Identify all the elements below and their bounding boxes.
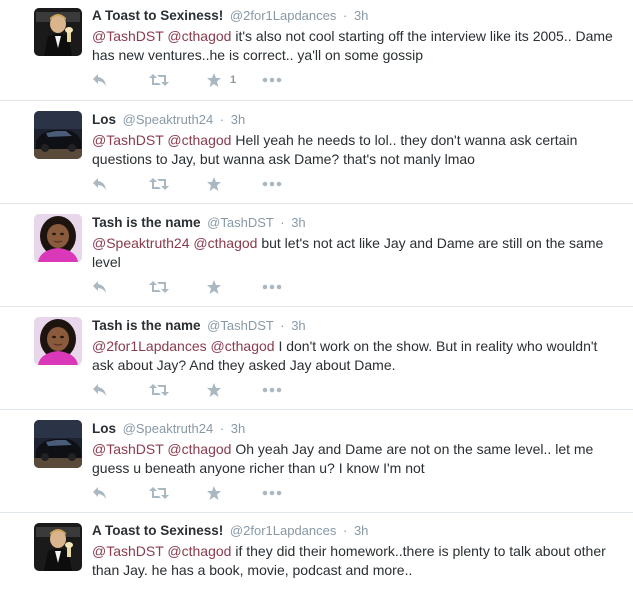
tweet-author-handle[interactable]: @2for1Lapdances bbox=[230, 523, 336, 538]
separator: · bbox=[342, 8, 348, 23]
retweet-icon[interactable] bbox=[149, 484, 169, 502]
tweet-text: @TashDST @cthagod Oh yeah Jay and Dame a… bbox=[92, 440, 621, 478]
separator: · bbox=[280, 318, 285, 333]
mention-link[interactable]: @TashDST bbox=[92, 132, 164, 148]
tweet[interactable]: Los @Speaktruth24 · 3h @TashDST @cthagod… bbox=[0, 410, 633, 513]
tweet-author-name[interactable]: A Toast to Sexiness! bbox=[92, 8, 223, 23]
mention-link[interactable]: @cthagod bbox=[167, 28, 231, 44]
tweet-author-handle[interactable]: @TashDST bbox=[207, 318, 273, 333]
retweet-icon[interactable] bbox=[149, 381, 169, 399]
tweet[interactable]: Tash is the name @TashDST · 3h @Speaktru… bbox=[0, 204, 633, 307]
tweet[interactable]: Tash is the name @TashDST · 3h @2for1Lap… bbox=[0, 307, 633, 410]
tweet-text: @2for1Lapdances @cthagod I don't work on… bbox=[92, 337, 621, 375]
more-icon[interactable] bbox=[262, 278, 282, 296]
tweet-author-handle[interactable]: @TashDST bbox=[207, 215, 273, 230]
tweet-author-name[interactable]: A Toast to Sexiness! bbox=[92, 523, 223, 538]
tweet-author-name[interactable]: Los bbox=[92, 421, 116, 436]
separator: · bbox=[342, 523, 348, 538]
avatar[interactable] bbox=[34, 8, 82, 56]
reply-icon[interactable] bbox=[92, 278, 108, 296]
tweet-author-handle[interactable]: @Speaktruth24 bbox=[123, 421, 214, 436]
avatar[interactable] bbox=[34, 523, 82, 571]
reply-icon[interactable] bbox=[92, 175, 108, 193]
reply-icon[interactable] bbox=[92, 381, 108, 399]
star-icon[interactable] bbox=[206, 278, 230, 296]
star-icon[interactable] bbox=[206, 484, 230, 502]
avatar[interactable] bbox=[34, 214, 82, 262]
tweet-author-handle[interactable]: @Speaktruth24 bbox=[123, 112, 214, 127]
mention-link[interactable]: @cthagod bbox=[167, 441, 231, 457]
avatar[interactable] bbox=[34, 111, 82, 159]
separator: · bbox=[280, 215, 285, 230]
mention-link[interactable]: @cthagod bbox=[167, 132, 231, 148]
tweet-timestamp[interactable]: 3h bbox=[354, 523, 368, 538]
tweet-author-name[interactable]: Los bbox=[92, 112, 116, 127]
tweet-author-handle[interactable]: @2for1Lapdances bbox=[230, 8, 336, 23]
separator: · bbox=[219, 112, 225, 127]
mention-link[interactable]: @TashDST bbox=[92, 441, 164, 457]
more-icon[interactable] bbox=[262, 175, 282, 193]
retweet-icon[interactable] bbox=[149, 71, 169, 89]
star-icon[interactable] bbox=[206, 175, 230, 193]
mention-link[interactable]: @cthagod bbox=[211, 338, 275, 354]
mention-link[interactable]: @TashDST bbox=[92, 28, 164, 44]
retweet-icon[interactable] bbox=[149, 278, 169, 296]
tweet-text: @Speaktruth24 @cthagod but let's not act… bbox=[92, 234, 621, 272]
separator: · bbox=[219, 421, 225, 436]
mention-link[interactable]: @Speaktruth24 bbox=[92, 235, 190, 251]
star-icon[interactable] bbox=[206, 381, 230, 399]
tweet-timeline: A Toast to Sexiness! @2for1Lapdances · 3… bbox=[0, 0, 633, 592]
tweet-timestamp[interactable]: 3h bbox=[354, 8, 368, 23]
mention-link[interactable]: @cthagod bbox=[193, 235, 257, 251]
star-icon[interactable]: 1 bbox=[206, 71, 236, 89]
tweet-text: @TashDST @cthagod Hell yeah he needs to … bbox=[92, 131, 621, 169]
retweet-icon[interactable] bbox=[149, 175, 169, 193]
reply-icon[interactable] bbox=[92, 484, 108, 502]
tweet-body: Hell yeah he needs to lol.. they don't w… bbox=[92, 132, 578, 167]
tweet-timestamp[interactable]: 3h bbox=[231, 112, 245, 127]
favorite-count: 1 bbox=[230, 74, 237, 86]
more-icon[interactable] bbox=[262, 71, 282, 89]
more-icon[interactable] bbox=[262, 381, 282, 399]
more-icon[interactable] bbox=[262, 484, 282, 502]
tweet-timestamp[interactable]: 3h bbox=[291, 215, 305, 230]
avatar[interactable] bbox=[34, 317, 82, 365]
tweet-author-name[interactable]: Tash is the name bbox=[92, 318, 201, 333]
reply-icon[interactable] bbox=[92, 71, 108, 89]
mention-link[interactable]: @cthagod bbox=[167, 543, 231, 559]
tweet-text: @TashDST @cthagod if they did their home… bbox=[92, 542, 621, 580]
tweet-timestamp[interactable]: 3h bbox=[291, 318, 305, 333]
mention-link[interactable]: @TashDST bbox=[92, 543, 164, 559]
mention-link[interactable]: @2for1Lapdances bbox=[92, 338, 207, 354]
tweet-timestamp[interactable]: 3h bbox=[231, 421, 245, 436]
avatar[interactable] bbox=[34, 420, 82, 468]
tweet-author-name[interactable]: Tash is the name bbox=[92, 215, 201, 230]
tweet[interactable]: A Toast to Sexiness! @2for1Lapdances · 3… bbox=[0, 0, 633, 101]
tweet[interactable]: A Toast to Sexiness! @2for1Lapdances · 3… bbox=[0, 513, 633, 603]
tweet-text: @TashDST @cthagod it's also not cool sta… bbox=[92, 27, 621, 65]
tweet[interactable]: Los @Speaktruth24 · 3h @TashDST @cthagod… bbox=[0, 101, 633, 204]
